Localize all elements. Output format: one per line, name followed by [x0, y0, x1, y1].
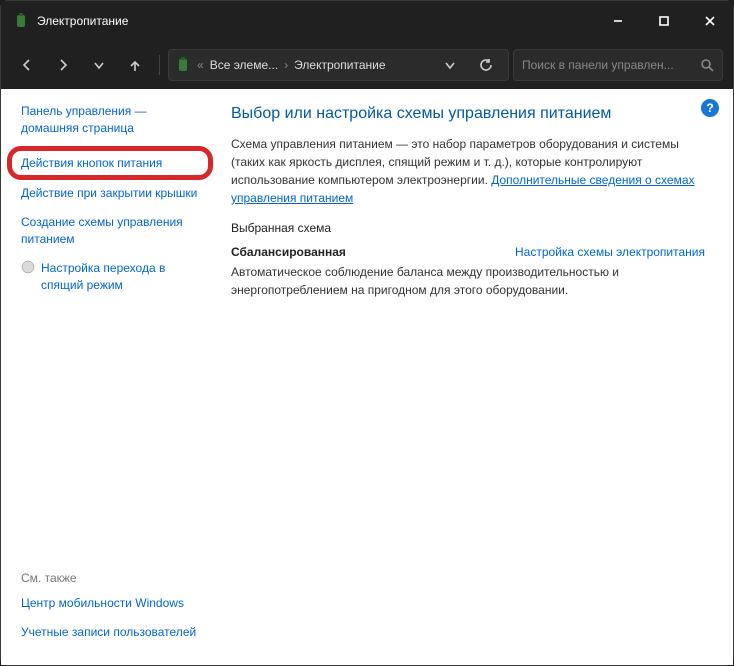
- power-icon: [175, 57, 191, 73]
- sidebar-link-power-buttons[interactable]: Действия кнопок питания: [13, 149, 207, 178]
- window-title: Электропитание: [37, 14, 595, 28]
- sidebar-link-home[interactable]: Панель управления — домашняя страница: [21, 103, 207, 137]
- plan-description: Автоматическое соблюдение баланса между …: [231, 263, 705, 299]
- help-icon[interactable]: ?: [701, 99, 719, 117]
- search-input[interactable]: [522, 58, 694, 72]
- titlebar: Электропитание: [1, 1, 733, 41]
- close-button[interactable]: [687, 1, 733, 41]
- breadcrumb-segment-all[interactable]: Все элеме...: [210, 58, 278, 72]
- content-area: Панель управления — домашняя страница Де…: [1, 89, 733, 665]
- search-icon: [700, 58, 714, 72]
- selected-plan-label: Выбранная схема: [231, 221, 705, 235]
- see-also-label: См. также: [21, 571, 207, 585]
- main-panel: ? Выбор или настройка схемы управления п…: [219, 89, 733, 665]
- page-heading: Выбор или настройка схемы управления пит…: [231, 105, 705, 123]
- up-button[interactable]: [119, 49, 151, 81]
- breadcrumb-segment-power[interactable]: Электропитание: [294, 58, 385, 72]
- sidebar-link-create-plan[interactable]: Создание схемы управления питанием: [21, 214, 207, 248]
- minimize-button[interactable]: [595, 1, 641, 41]
- chevron-right-icon: ›: [282, 58, 290, 72]
- recent-dropdown[interactable]: [83, 49, 115, 81]
- breadcrumb-dropdown[interactable]: [434, 49, 466, 81]
- sidebar-link-label: Настройка перехода в спящий режим: [41, 260, 207, 294]
- sidebar: Панель управления — домашняя страница Де…: [1, 89, 219, 665]
- plan-name: Сбалансированная: [231, 245, 346, 259]
- sidebar-link-user-accounts[interactable]: Учетные записи пользователей: [21, 624, 207, 641]
- maximize-button[interactable]: [641, 1, 687, 41]
- refresh-button[interactable]: [470, 49, 502, 81]
- page-description: Схема управления питанием — это набор па…: [231, 135, 705, 207]
- plan-settings-link[interactable]: Настройка схемы электропитания: [515, 245, 705, 259]
- sidebar-link-lid-action[interactable]: Действие при закрытии крышки: [21, 185, 207, 202]
- toolbar: « Все элеме... › Электропитание: [1, 41, 733, 89]
- shield-icon: [21, 260, 35, 274]
- app-icon: [13, 13, 29, 29]
- search-box[interactable]: [513, 49, 723, 81]
- back-button[interactable]: [11, 49, 43, 81]
- sidebar-link-sleep-settings[interactable]: Настройка перехода в спящий режим: [21, 260, 207, 294]
- breadcrumb[interactable]: « Все элеме... › Электропитание: [168, 49, 509, 81]
- sidebar-link-mobility-center[interactable]: Центр мобильности Windows: [21, 595, 207, 612]
- forward-button[interactable]: [47, 49, 79, 81]
- chevron-left-icon: «: [195, 58, 206, 72]
